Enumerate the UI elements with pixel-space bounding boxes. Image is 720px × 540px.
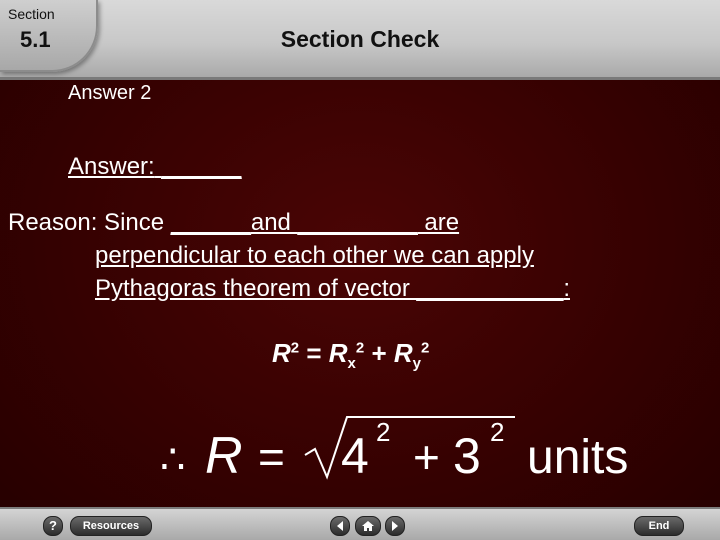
end-button[interactable]: End [634, 516, 684, 536]
sqrt-icon [304, 416, 515, 480]
reason-line-1: Reason: Since ______and _________ are [8, 206, 708, 239]
answer-prefix: Answer: [68, 153, 155, 180]
header-bar: Section Check [0, 0, 720, 80]
reason-blank-1: ______ [170, 209, 251, 236]
previous-button[interactable] [330, 516, 350, 536]
formula-eq: = [299, 338, 329, 368]
page-title: Section Check [280, 26, 440, 52]
big-formula-a: 4 [341, 428, 369, 484]
big-formula-unit: units [527, 431, 628, 484]
formula-t1-exp: 2 [355, 339, 365, 357]
section-label: Section [8, 6, 55, 22]
section-number: 5.1 [20, 27, 51, 52]
arrow-right-icon [392, 521, 398, 531]
formula-lhs: R [272, 338, 291, 368]
formula-magnitude-svg: ∴ R = 4 2 + 3 2 units [160, 416, 628, 485]
reason-blank-3: ___________ [416, 275, 564, 302]
resources-button[interactable]: Resources [70, 516, 152, 536]
nav-bar: ? Resources End [0, 507, 720, 540]
big-formula-b: 3 [453, 428, 481, 484]
next-button[interactable] [385, 516, 405, 536]
formula-magnitude: ∴ R = 4 2 + 3 2 units [155, 405, 665, 485]
reason-line3-a: Pythagoras theorem of vector [95, 275, 417, 302]
help-button[interactable]: ? [43, 516, 63, 536]
formula-lhs-exp: 2 [290, 339, 300, 357]
reason-line1-c: are [417, 209, 460, 236]
formula-t2: R [393, 338, 413, 368]
reason-line1-a: Reason: Since [8, 209, 171, 236]
answer-line: Answer: ______ [68, 153, 241, 181]
answer-label: Answer 2 [68, 82, 152, 104]
formula-t1: R [328, 338, 348, 368]
reason-line-3: Pythagoras theorem of vector ___________… [8, 272, 708, 305]
home-button[interactable] [355, 516, 381, 536]
big-formula-a-exp: 2 [376, 417, 390, 447]
big-formula-b-exp: 2 [490, 417, 504, 447]
formula-t2-exp: 2 [421, 339, 430, 357]
big-formula-plus: + [413, 431, 440, 483]
reason-line3-c: : [563, 275, 570, 302]
formula-t1-sub: x [347, 355, 356, 373]
big-formula-var: R [205, 427, 243, 485]
answer-blank: ______ [161, 153, 242, 180]
reason-text: Reason: Since ______and _________ are pe… [8, 206, 708, 305]
home-icon [362, 521, 374, 531]
therefore-symbol: ∴ [160, 438, 185, 482]
big-formula-eq: = [258, 431, 285, 483]
formula-plus: + [364, 338, 394, 368]
slide: Section Check Section 5.1 Answer 2 Answe… [0, 0, 720, 540]
formula-resultant: R2 = Rx2 + Ry2 [272, 338, 429, 372]
reason-line-2: perpendicular to each other we can apply [8, 239, 708, 272]
arrow-left-icon [337, 521, 343, 531]
reason-line1-b: and [250, 209, 298, 236]
reason-blank-2: _________ [297, 209, 418, 236]
formula-t2-sub: y [412, 355, 421, 373]
reason-line2-text: perpendicular to each other we can apply [95, 242, 534, 269]
